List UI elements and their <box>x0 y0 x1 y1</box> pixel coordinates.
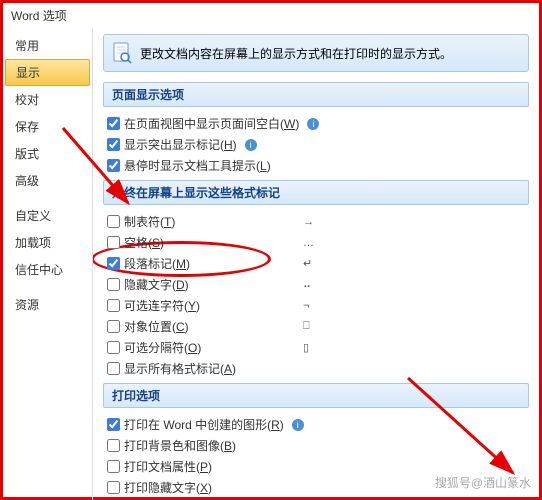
option-label[interactable]: 悬停时显示文档工具提示(L) <box>124 157 271 174</box>
sidebar-item-8[interactable]: 信任中心 <box>3 256 92 283</box>
window-title: Word 选项 <box>3 3 539 28</box>
option-checkbox[interactable] <box>107 418 120 431</box>
format-symbol: ¬ <box>303 300 309 312</box>
format-symbol: ▯ <box>303 341 309 354</box>
format-symbol: → <box>303 216 314 228</box>
option-label[interactable]: 隐藏文字(D) <box>124 276 189 293</box>
option-checkbox[interactable] <box>107 117 120 130</box>
format-symbol: … <box>303 237 314 249</box>
info-icon[interactable]: i <box>245 139 257 151</box>
option-checkbox[interactable] <box>107 439 120 452</box>
option-row: 打印在 Word 中创建的图形(R) i <box>103 414 529 435</box>
option-row: 显示突出显示标记(H) i <box>103 134 529 155</box>
option-label[interactable]: 对象位置(C) <box>124 318 189 335</box>
option-row: 显示所有格式标记(A) <box>103 358 529 379</box>
banner-text: 更改文档内容在屏幕上的显示方式和在打印时的显示方式。 <box>140 45 452 62</box>
option-checkbox[interactable] <box>107 236 120 249</box>
option-row: 对象位置(C) ⎕ <box>103 316 529 337</box>
format-symbol: ⎕ <box>303 320 310 333</box>
format-symbol: ⠤ <box>303 278 311 291</box>
option-label[interactable]: 显示所有格式标记(A) <box>124 360 236 377</box>
sidebar-item-2[interactable]: 校对 <box>3 86 92 113</box>
option-label[interactable]: 制表符(T) <box>124 213 175 230</box>
option-label[interactable]: 可选分隔符(O) <box>124 339 201 356</box>
option-checkbox[interactable] <box>107 362 120 375</box>
option-row: 空格(S) … <box>103 232 529 253</box>
option-checkbox[interactable] <box>107 299 120 312</box>
option-label[interactable]: 打印隐藏文字(X) <box>124 479 212 496</box>
option-label[interactable]: 打印在 Word 中创建的图形(R) <box>124 416 284 433</box>
option-label[interactable]: 打印背景色和图像(B) <box>124 437 236 454</box>
sidebar-item-7[interactable]: 加载项 <box>3 229 92 256</box>
option-label[interactable]: 在页面视图中显示页面间空白(W) <box>124 115 299 132</box>
sidebar-item-0[interactable]: 常用 <box>3 32 92 59</box>
option-checkbox[interactable] <box>107 341 120 354</box>
option-row: 制表符(T) → <box>103 211 529 232</box>
option-checkbox[interactable] <box>107 481 120 494</box>
banner: 更改文档内容在屏幕上的显示方式和在打印时的显示方式。 <box>103 34 529 72</box>
option-row: 隐藏文字(D) ⠤ <box>103 274 529 295</box>
sidebar-item-6[interactable]: 自定义 <box>3 202 92 229</box>
option-label[interactable]: 空格(S) <box>124 234 164 251</box>
option-checkbox[interactable] <box>107 138 120 151</box>
content-pane: 更改文档内容在屏幕上的显示方式和在打印时的显示方式。 页面显示选项 在页面视图中… <box>93 28 539 500</box>
watermark: 搜狐号@酒山篆水 <box>435 474 531 491</box>
option-row: 打印背景色和图像(B) <box>103 435 529 456</box>
option-checkbox[interactable] <box>107 257 120 270</box>
option-checkbox[interactable] <box>107 460 120 473</box>
option-checkbox[interactable] <box>107 320 120 333</box>
option-label[interactable]: 可选连字符(Y) <box>124 297 200 314</box>
section-header-format-marks: 始终在屏幕上显示这些格式标记 <box>103 180 529 205</box>
section-header-print-options: 打印选项 <box>103 383 529 408</box>
option-row: 可选连字符(Y) ¬ <box>103 295 529 316</box>
sidebar-item-4[interactable]: 版式 <box>3 140 92 167</box>
section-header-page-display: 页面显示选项 <box>103 82 529 107</box>
sidebar-item-9[interactable]: 资源 <box>3 291 92 318</box>
option-checkbox[interactable] <box>107 215 120 228</box>
option-row: 可选分隔符(O) ▯ <box>103 337 529 358</box>
option-label[interactable]: 打印文档属性(P) <box>124 458 212 475</box>
option-checkbox[interactable] <box>107 278 120 291</box>
option-row: 悬停时显示文档工具提示(L) <box>103 155 529 176</box>
sidebar-item-5[interactable]: 高级 <box>3 167 92 194</box>
info-icon[interactable]: i <box>307 118 319 130</box>
option-checkbox[interactable] <box>107 159 120 172</box>
format-symbol: ↵ <box>303 257 312 270</box>
sidebar: 常用显示校对保存版式高级自定义加载项信任中心资源 <box>3 28 93 500</box>
sidebar-item-1[interactable]: 显示 <box>5 59 90 86</box>
option-label[interactable]: 段落标记(M) <box>124 255 190 272</box>
option-row: 在页面视图中显示页面间空白(W) i <box>103 113 529 134</box>
option-label[interactable]: 显示突出显示标记(H) <box>124 136 237 153</box>
option-row: 段落标记(M) ↵ <box>103 253 529 274</box>
info-icon[interactable]: i <box>292 419 304 431</box>
page-magnify-icon <box>112 41 132 65</box>
sidebar-item-3[interactable]: 保存 <box>3 113 92 140</box>
